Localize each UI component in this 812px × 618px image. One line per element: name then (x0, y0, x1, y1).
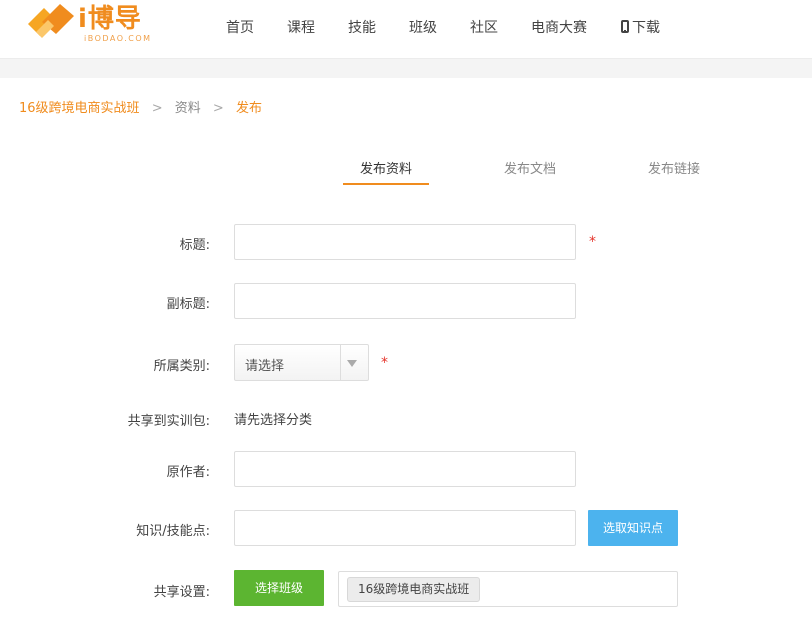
breadcrumb-separator: > (151, 101, 163, 116)
title-input[interactable] (234, 224, 576, 260)
nav-item-ecommerce-contest[interactable]: 电商大赛 (531, 17, 587, 37)
knowledge-label: 知识/技能点: (136, 524, 210, 539)
logo-mark-icon (28, 4, 74, 38)
share-pack-label: 共享到实训包: (127, 414, 210, 429)
author-input[interactable] (234, 451, 576, 487)
category-label: 所属类别: (153, 359, 210, 374)
breadcrumb-item-publish: 发布 (235, 101, 262, 116)
tab-publish-link[interactable]: 发布链接 (648, 158, 700, 177)
breadcrumb: 16级跨境电商实战班 > 资料 > 发布 (19, 97, 262, 116)
nav-item-skills[interactable]: 技能 (348, 17, 376, 37)
share-settings-label: 共享设置: (153, 585, 210, 600)
nav-item-courses[interactable]: 课程 (287, 17, 315, 37)
nav-item-download-label: 下载 (632, 20, 660, 36)
breadcrumb-item-materials[interactable]: 资料 (175, 101, 201, 116)
author-label: 原作者: (166, 465, 210, 480)
nav-item-community[interactable]: 社区 (470, 17, 498, 37)
chevron-down-icon (347, 360, 357, 367)
select-divider (340, 345, 341, 380)
select-knowledge-button[interactable]: 选取知识点 (588, 510, 678, 546)
select-class-button[interactable]: 选择班级 (234, 570, 324, 606)
header-divider-band (0, 58, 812, 78)
tab-publish-document[interactable]: 发布文档 (504, 158, 556, 177)
breadcrumb-item-class[interactable]: 16级跨境电商实战班 (19, 101, 140, 116)
selected-class-chip[interactable]: 16级跨境电商实战班 (347, 577, 481, 602)
nav-item-download[interactable]: 下载 (621, 17, 660, 37)
active-tab-indicator (343, 183, 429, 185)
site-logo[interactable]: i博导 iBODAO.COM (26, 0, 156, 48)
tab-publish-material[interactable]: 发布资料 (360, 158, 412, 177)
breadcrumb-separator: > (212, 101, 224, 116)
share-pack-hint: 请先选择分类 (234, 413, 313, 428)
title-required-mark: * (589, 234, 596, 250)
title-label: 标题: (179, 238, 210, 253)
category-select[interactable]: 请选择 (234, 344, 369, 381)
subtitle-input[interactable] (234, 283, 576, 319)
nav-item-classes[interactable]: 班级 (409, 17, 437, 37)
logo-text: i博导 (78, 4, 142, 34)
knowledge-input[interactable] (234, 510, 576, 546)
category-required-mark: * (381, 355, 388, 371)
phone-icon (621, 20, 629, 33)
selected-classes-box: 16级跨境电商实战班 (338, 571, 678, 607)
logo-subtext: iBODAO.COM (84, 34, 152, 43)
site-header: i博导 iBODAO.COM 首页 课程 技能 班级 社区 电商大赛 下载 (0, 0, 812, 58)
subtitle-label: 副标题: (166, 297, 210, 312)
nav-item-home[interactable]: 首页 (226, 17, 254, 37)
category-select-value: 请选择 (245, 359, 285, 374)
